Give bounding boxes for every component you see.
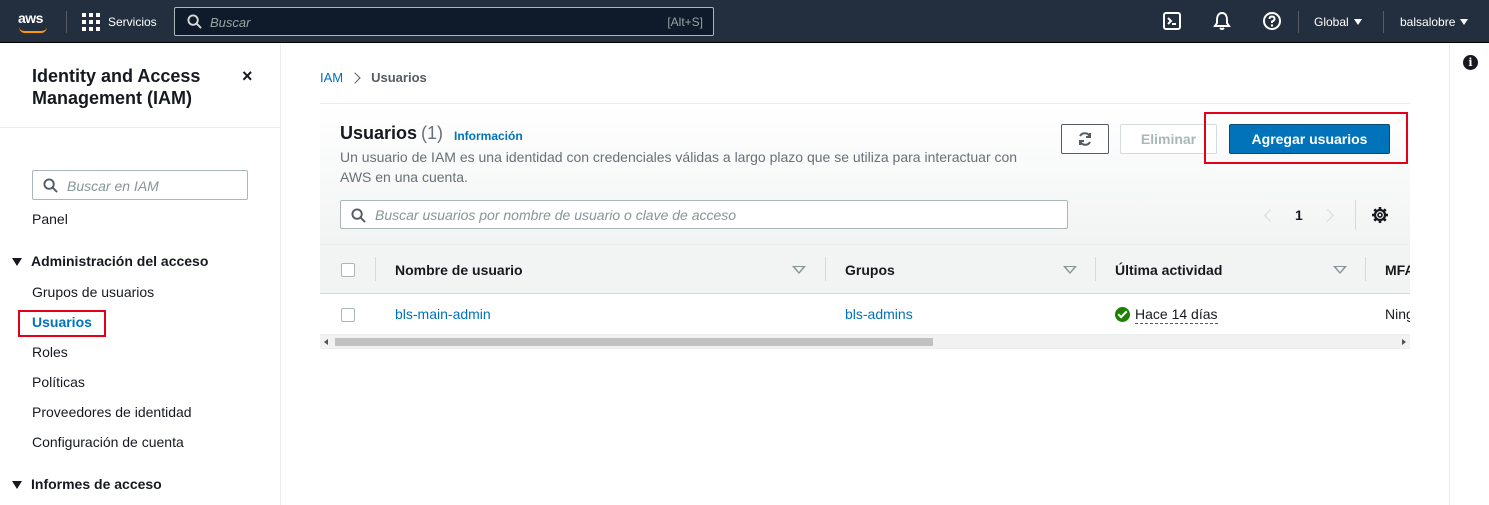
page-title: Usuarios (1) xyxy=(340,123,443,144)
breadcrumb-current: Usuarios xyxy=(371,70,427,85)
info-icon[interactable]: i xyxy=(1463,55,1478,70)
bell-icon[interactable] xyxy=(1212,11,1232,31)
title-text: Usuarios xyxy=(340,123,418,143)
info-link[interactable]: Información xyxy=(454,129,523,143)
search-icon xyxy=(187,14,202,29)
scroll-right-icon[interactable] xyxy=(1402,339,1406,345)
users-search-input[interactable]: Buscar usuarios por nombre de usuario o … xyxy=(340,200,1068,229)
pagination: 1 xyxy=(1264,207,1334,223)
search-icon xyxy=(351,208,366,223)
chevron-left-icon[interactable] xyxy=(1264,208,1277,222)
sidebar-item-user-groups[interactable]: Grupos de usuarios xyxy=(32,284,154,300)
mfa-value: Ninguno xyxy=(1385,306,1410,322)
account-label: balsalobre xyxy=(1400,15,1456,29)
top-navigation: aws Servicios Buscar [Alt+S] Global bals… xyxy=(0,0,1489,43)
sort-icon[interactable] xyxy=(1063,266,1077,274)
pager-divider xyxy=(1355,200,1356,230)
section-label: Administración del acceso xyxy=(31,253,209,269)
highlight-box xyxy=(18,310,106,337)
sidebar-search-placeholder: Buscar en IAM xyxy=(67,178,159,194)
help-panel-rail: i xyxy=(1449,44,1489,505)
nav-divider xyxy=(1298,11,1299,33)
services-label: Servicios xyxy=(108,15,157,29)
close-icon[interactable]: × xyxy=(242,66,253,87)
breadcrumb-iam-link[interactable]: IAM xyxy=(320,70,343,85)
scroll-left-icon[interactable] xyxy=(324,339,328,345)
sidebar-search-input[interactable]: Buscar en IAM xyxy=(32,170,248,200)
grid-icon xyxy=(82,13,100,31)
select-all-checkbox[interactable] xyxy=(341,263,355,277)
region-label: Global xyxy=(1314,15,1349,29)
nav-divider xyxy=(66,11,67,33)
aws-logo[interactable]: aws xyxy=(18,9,50,33)
sidebar-title[interactable]: Identity and Access Management (IAM) xyxy=(32,65,232,109)
check-circle-icon xyxy=(1115,307,1130,322)
sidebar-item-account-settings[interactable]: Configuración de cuenta xyxy=(32,434,184,450)
sidebar-divider xyxy=(0,127,280,128)
column-divider xyxy=(375,257,376,281)
sidebar-item-panel[interactable]: Panel xyxy=(32,211,68,227)
services-menu-button[interactable]: Servicios xyxy=(82,13,157,31)
table-row: bls-main-admin bls-admins Hace 14 días N… xyxy=(320,295,1410,335)
caret-down-icon xyxy=(12,481,22,489)
column-header-mfa[interactable]: MFA xyxy=(1385,262,1410,278)
table-header-area: Usuarios (1) Información Un usuario de IA… xyxy=(320,104,1410,244)
users-search-placeholder: Buscar usuarios por nombre de usuario o … xyxy=(375,207,737,223)
row-checkbox[interactable] xyxy=(341,308,355,322)
column-header-username[interactable]: Nombre de usuario xyxy=(395,262,523,278)
refresh-icon xyxy=(1079,132,1091,146)
global-search-placeholder: Buscar xyxy=(210,15,251,30)
chevron-right-icon xyxy=(349,71,361,84)
sidebar-section-reports[interactable]: Informes de acceso xyxy=(12,476,162,492)
username-link[interactable]: bls-main-admin xyxy=(395,306,491,322)
sidebar: Identity and Access Management (IAM) × B… xyxy=(0,44,281,505)
column-header-groups[interactable]: Grupos xyxy=(845,262,895,278)
caret-down-icon xyxy=(12,258,22,266)
search-shortcut: [Alt+S] xyxy=(667,15,703,29)
refresh-button[interactable] xyxy=(1061,124,1109,154)
caret-down-icon xyxy=(1353,19,1362,25)
account-menu[interactable]: balsalobre xyxy=(1400,15,1469,29)
gear-icon[interactable] xyxy=(1371,206,1389,224)
breadcrumb: IAM Usuarios xyxy=(320,70,427,85)
user-count: (1) xyxy=(421,123,444,143)
sort-icon[interactable] xyxy=(1333,266,1347,274)
column-header-last-activity[interactable]: Última actividad xyxy=(1115,262,1222,278)
cloudshell-icon[interactable] xyxy=(1162,11,1182,31)
chevron-right-icon[interactable] xyxy=(1320,208,1334,222)
highlight-box xyxy=(1204,112,1408,164)
column-divider xyxy=(1095,257,1096,281)
nav-divider xyxy=(1383,11,1384,33)
page-description: Un usuario de IAM es una identidad con c… xyxy=(340,149,1018,185)
sidebar-item-identity-providers[interactable]: Proveedores de identidad xyxy=(32,404,192,420)
scrollbar-thumb[interactable] xyxy=(335,338,933,346)
sidebar-section-access[interactable]: Administración del acceso xyxy=(12,253,208,269)
group-link[interactable]: bls-admins xyxy=(845,306,913,322)
table-header-row: Nombre de usuario Grupos Última activida… xyxy=(320,244,1410,294)
last-activity-value[interactable]: Hace 14 días xyxy=(1135,306,1218,324)
column-divider xyxy=(825,257,826,281)
column-divider xyxy=(1365,257,1366,281)
sort-icon[interactable] xyxy=(792,266,806,274)
delete-button[interactable]: Eliminar xyxy=(1120,124,1217,154)
section-label: Informes de acceso xyxy=(31,476,162,492)
help-icon[interactable] xyxy=(1262,11,1282,31)
sidebar-item-policies[interactable]: Políticas xyxy=(32,374,85,390)
aws-smile-icon xyxy=(19,27,47,33)
caret-down-icon xyxy=(1460,19,1469,25)
horizontal-scrollbar[interactable] xyxy=(320,335,1410,349)
global-search-input[interactable]: Buscar [Alt+S] xyxy=(174,7,714,36)
search-icon xyxy=(43,178,58,193)
page-number[interactable]: 1 xyxy=(1295,207,1303,223)
sidebar-item-roles[interactable]: Roles xyxy=(32,344,68,360)
region-selector[interactable]: Global xyxy=(1314,15,1362,29)
users-table-container: Usuarios (1) Información Un usuario de IA… xyxy=(320,103,1410,349)
aws-logo-text: aws xyxy=(18,10,43,26)
